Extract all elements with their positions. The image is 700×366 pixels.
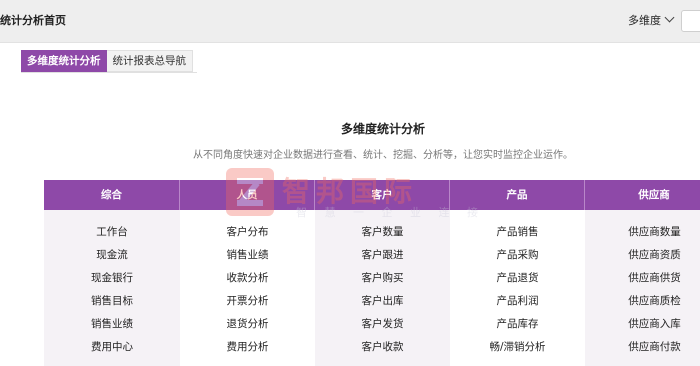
- link-product-returns[interactable]: 产品退货: [450, 267, 585, 290]
- link-customer-purchase[interactable]: 客户购买: [315, 267, 450, 290]
- column-header: 客户: [315, 180, 450, 210]
- link-product-procurement[interactable]: 产品采购: [450, 244, 585, 267]
- column-header: 人员: [180, 180, 315, 210]
- view-dropdown-label: 多维度: [628, 14, 661, 27]
- link-sell-through-analysis[interactable]: 畅/滞销分析: [450, 336, 585, 359]
- page-title: 统计分析首页: [0, 14, 66, 27]
- link-supplier-count[interactable]: 供应商数量: [585, 221, 700, 244]
- link-customer-shipment[interactable]: 客户发货: [315, 313, 450, 336]
- tab-divider: [21, 72, 197, 73]
- column-supplier: 供应商 供应商数量 供应商资质 供应商供货 供应商质检 供应商入库 供应商付款: [585, 180, 700, 366]
- view-dropdown[interactable]: 多维度: [628, 12, 675, 28]
- link-product-profit[interactable]: 产品利润: [450, 290, 585, 313]
- link-supplier-inbound[interactable]: 供应商入库: [585, 313, 700, 336]
- top-bar: 统计分析首页 多维度: [0, 0, 700, 43]
- link-sales-performance[interactable]: 销售业绩: [44, 313, 180, 336]
- link-customer-collection[interactable]: 客户收款: [315, 336, 450, 359]
- chevron-down-icon: [664, 12, 675, 23]
- link-product-sales[interactable]: 产品销售: [450, 221, 585, 244]
- link-customer-distribution[interactable]: 客户分布: [180, 221, 315, 244]
- column-product: 产品 产品销售 产品采购 产品退货 产品利润 产品库存 畅/滞销分析: [450, 180, 585, 366]
- link-customer-followup[interactable]: 客户跟进: [315, 244, 450, 267]
- tab-multi-dimension[interactable]: 多维度统计分析: [21, 50, 107, 72]
- link-expense-center[interactable]: 费用中心: [44, 336, 180, 359]
- link-sales-target[interactable]: 销售目标: [44, 290, 180, 313]
- link-customer-count[interactable]: 客户数量: [315, 221, 450, 244]
- link-customer-outbound[interactable]: 客户出库: [315, 290, 450, 313]
- column-header: 产品: [450, 180, 585, 210]
- link-supplier-supply[interactable]: 供应商供货: [585, 267, 700, 290]
- link-staff-sales-performance[interactable]: 销售业绩: [180, 244, 315, 267]
- link-supplier-payment[interactable]: 供应商付款: [585, 336, 700, 359]
- section-title: 多维度统计分析: [340, 122, 425, 136]
- link-product-inventory[interactable]: 产品库存: [450, 313, 585, 336]
- column-header: 供应商: [585, 180, 700, 210]
- column-header: 综合: [44, 180, 180, 210]
- link-cash-bank[interactable]: 现金银行: [44, 267, 180, 290]
- link-return-analysis[interactable]: 退货分析: [180, 313, 315, 336]
- column-general: 综合 工作台 现金流 现金银行 销售目标 销售业绩 费用中心: [44, 180, 180, 366]
- search-input[interactable]: [681, 10, 700, 32]
- tab-report-navigation[interactable]: 统计报表总导航: [106, 50, 193, 72]
- link-workbench[interactable]: 工作台: [44, 221, 180, 244]
- link-supplier-inspection[interactable]: 供应商质检: [585, 290, 700, 313]
- section-description: 从不同角度快速对企业数据进行查看、统计、挖掘、分析等，让您实时监控企业运作。: [193, 150, 573, 161]
- link-invoice-analysis[interactable]: 开票分析: [180, 290, 315, 313]
- column-customer: 客户 客户数量 客户跟进 客户购买 客户出库 客户发货 客户收款: [315, 180, 450, 366]
- link-collection-analysis[interactable]: 收款分析: [180, 267, 315, 290]
- link-supplier-qualification[interactable]: 供应商资质: [585, 244, 700, 267]
- tab-bar: 多维度统计分析 统计报表总导航: [21, 50, 193, 72]
- link-expense-analysis[interactable]: 费用分析: [180, 336, 315, 359]
- column-personnel: 人员 客户分布 销售业绩 收款分析 开票分析 退货分析 费用分析: [180, 180, 315, 366]
- link-cash-flow[interactable]: 现金流: [44, 244, 180, 267]
- analysis-grid: 综合 工作台 现金流 现金银行 销售目标 销售业绩 费用中心 人员 客户分布 销…: [44, 180, 700, 366]
